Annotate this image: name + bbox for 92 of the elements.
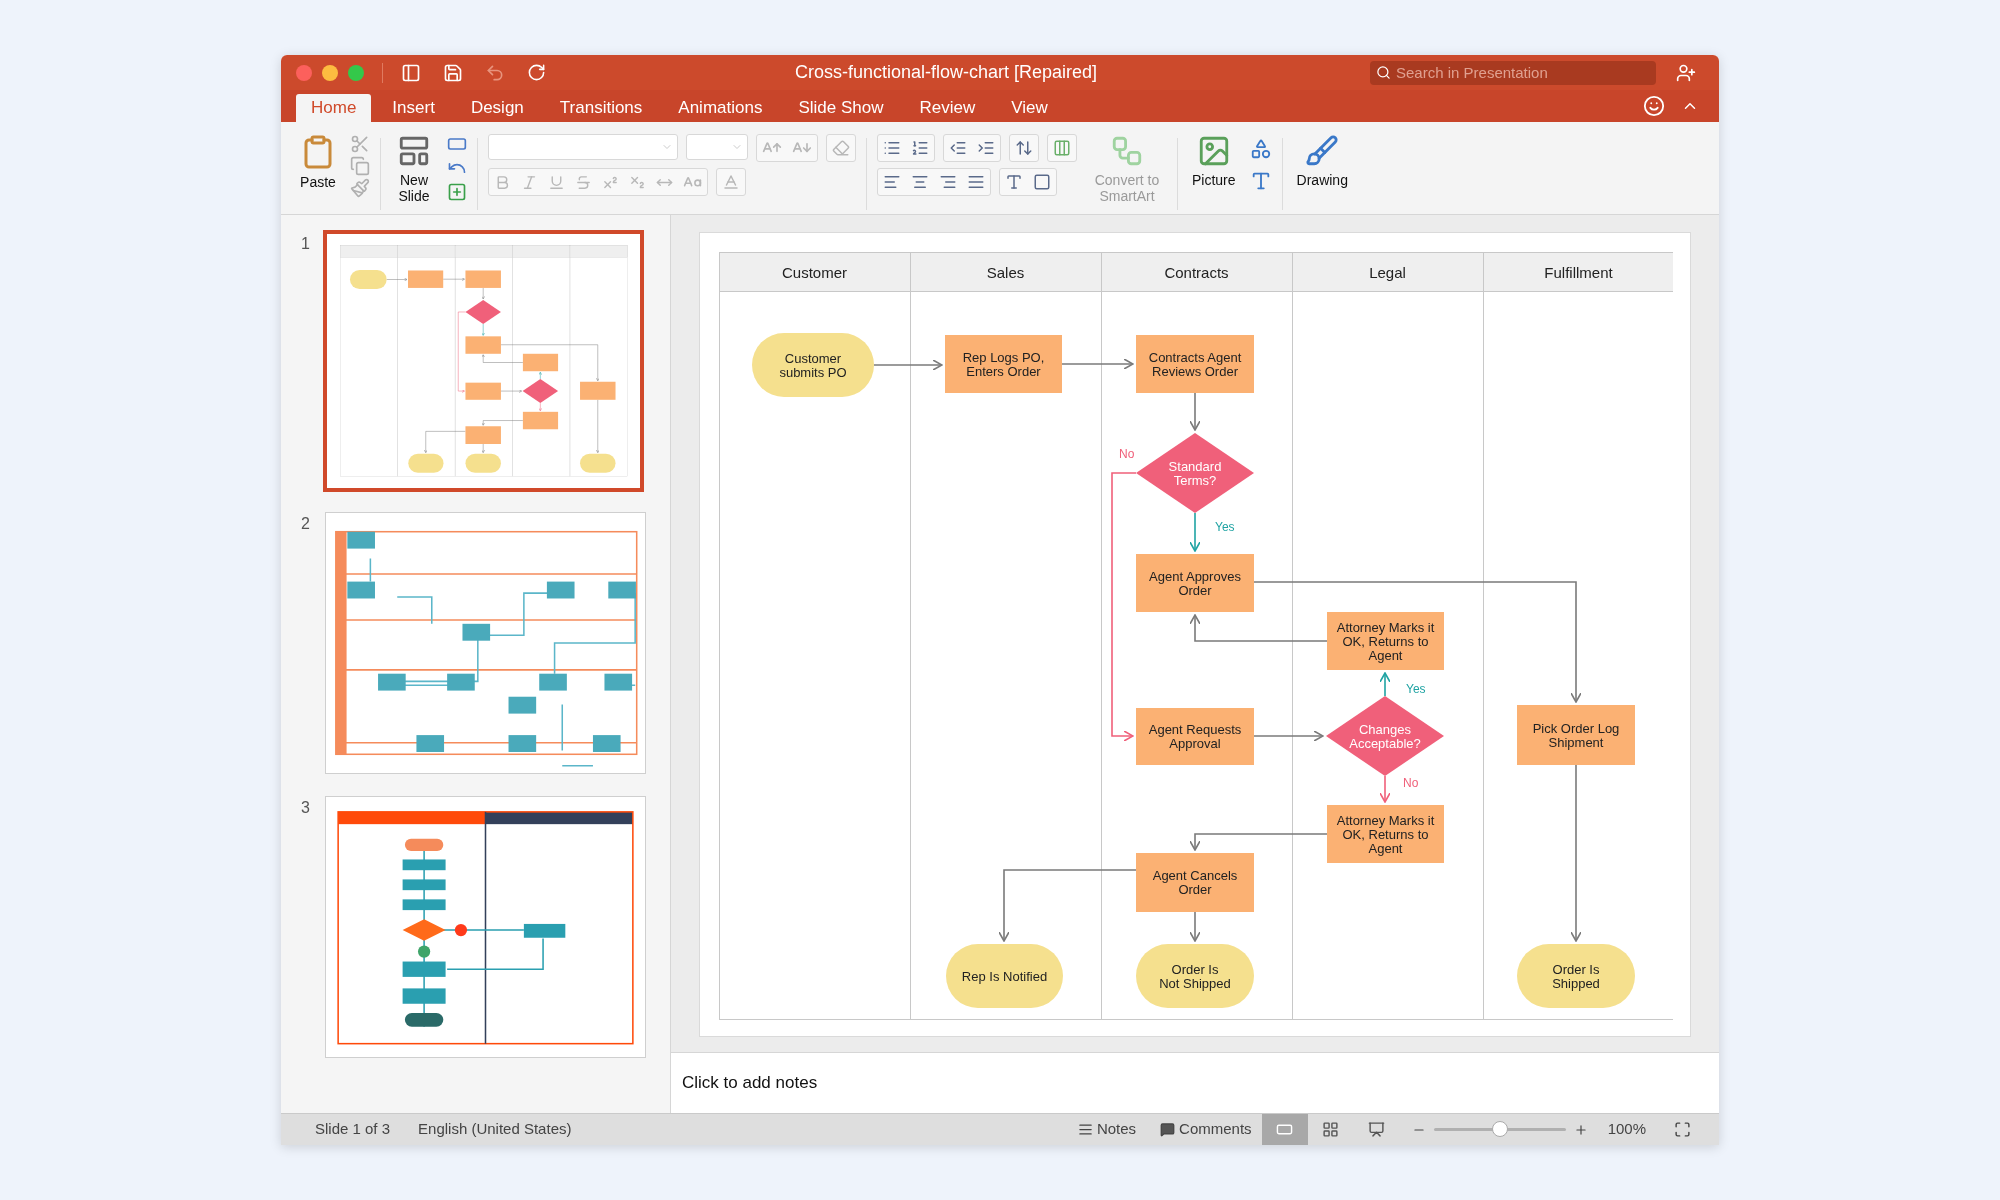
save-icon[interactable] [443,62,463,83]
ribbon-tab[interactable]: View [996,94,1063,122]
normal-view-button[interactable] [1261,1114,1308,1145]
brush-icon [1305,134,1340,168]
notes-icon [1077,1122,1093,1137]
process-step: Agent Requests Approval [1136,708,1254,765]
share-icon[interactable] [1676,62,1696,83]
comment-icon [1160,1122,1176,1137]
new-slide-icon [397,134,431,168]
paste-button[interactable]: Paste [296,134,340,190]
copy-icon[interactable] [350,156,370,176]
connector-arrow [1189,392,1201,431]
slide-thumbnail[interactable] [323,230,644,492]
ribbon-tab[interactable]: Design [455,94,539,122]
zoom-slider-thumb[interactable] [1491,1121,1508,1137]
undo-icon[interactable] [485,62,505,83]
decrease-indent-icon [949,139,967,157]
zoom-button[interactable] [348,64,364,81]
search-icon [1376,64,1391,80]
process-step: Attorney Marks it OK, Returns to Agent [1327,805,1444,863]
ribbon-tab[interactable]: Home [296,94,372,122]
process-step: Contracts Agent Reviews Order [1136,335,1254,393]
grid-icon [1322,1121,1340,1138]
branch-label: Yes [1215,520,1235,534]
format-painter-icon[interactable] [350,178,370,198]
comments-button[interactable]: Comments [1160,1118,1252,1141]
lane-header: Fulfillment [1483,252,1673,292]
numbering-icon [911,139,929,157]
minimize-button[interactable] [322,64,338,81]
presentation-icon [1368,1121,1386,1138]
section-icon[interactable] [447,182,467,202]
line-spacing-icon [1015,139,1033,157]
decision-diamond: Standard Terms? [1136,433,1254,513]
branch-label: No [1403,776,1419,790]
process-step: Rep Logs PO, Enters Order [945,335,1062,393]
zoom-in-icon[interactable] [1573,1122,1588,1137]
align-left-icon [883,173,901,191]
smiley-icon[interactable] [1643,95,1665,117]
strikethrough-icon [575,173,592,191]
bullets-icon [883,139,901,157]
connector-arrow [1379,775,1391,803]
columns-icon [1053,139,1071,157]
sidebar-icon[interactable] [401,62,421,83]
picture-button[interactable]: Picture [1188,134,1240,188]
lane-header: Contracts [1101,252,1293,292]
connector-arrow [1189,512,1201,552]
lane-header: Legal [1292,252,1484,292]
increase-indent-icon [977,139,995,157]
italic-icon [521,173,538,191]
clear-formatting-icon [832,139,850,157]
process-step: Agent Cancels Order [1136,853,1254,912]
align-text-icon [1033,173,1051,191]
redo-icon[interactable] [527,63,546,82]
zoom-level[interactable]: 100% [1607,1118,1646,1141]
connector-arrow [1253,730,1324,742]
notes-placeholder[interactable]: Click to add notes [682,1070,818,1096]
process-step: Attorney Marks it OK, Returns to Agent [1327,612,1444,670]
ribbon-tab[interactable]: Animations [663,94,778,122]
ribbon-tab[interactable]: Transitions [544,94,658,122]
language-status: English (United States) [418,1119,572,1140]
branch-label: No [1119,447,1135,461]
ribbon-tab[interactable]: Slide Show [783,94,899,122]
text-direction-icon [1005,173,1023,191]
decision-diamond: Changes Acceptable? [1326,696,1444,776]
drawing-button[interactable]: Drawing [1292,134,1352,188]
font-color-icon [722,173,740,191]
slide-number: 2 [301,514,311,534]
underline-icon [548,173,565,191]
fit-to-window-icon[interactable] [1674,1121,1691,1138]
notes-button[interactable]: Notes [1077,1118,1137,1141]
align-center-icon [911,173,929,191]
new-slide-button[interactable]: New Slide [391,134,437,204]
slide-counter: Slide 1 of 3 [315,1119,391,1140]
shapes-icon[interactable] [1249,138,1272,160]
window-title: Cross-functional-flow-chart [Repaired] [793,61,1099,84]
align-right-icon [939,173,957,191]
ribbon-tab[interactable]: Insert [377,94,450,122]
lane-header: Customer [719,252,911,292]
search-field[interactable]: Search in Presentation [1370,60,1656,85]
ribbon-tab[interactable]: Review [904,94,991,122]
justify-icon [967,173,985,191]
branch-label: Yes [1406,682,1426,696]
slide-number: 3 [301,798,311,818]
connector-arrow [1189,911,1201,942]
slide-number: 1 [301,234,311,254]
lane-header: Sales [910,252,1102,292]
connector-arrow [873,359,943,371]
cut-icon[interactable] [350,134,370,154]
smartart-icon [1110,134,1144,168]
close-button[interactable] [296,64,312,81]
process-step: Pick Order Log Shipment [1517,705,1635,765]
process-step: Agent Approves Order [1136,554,1254,612]
